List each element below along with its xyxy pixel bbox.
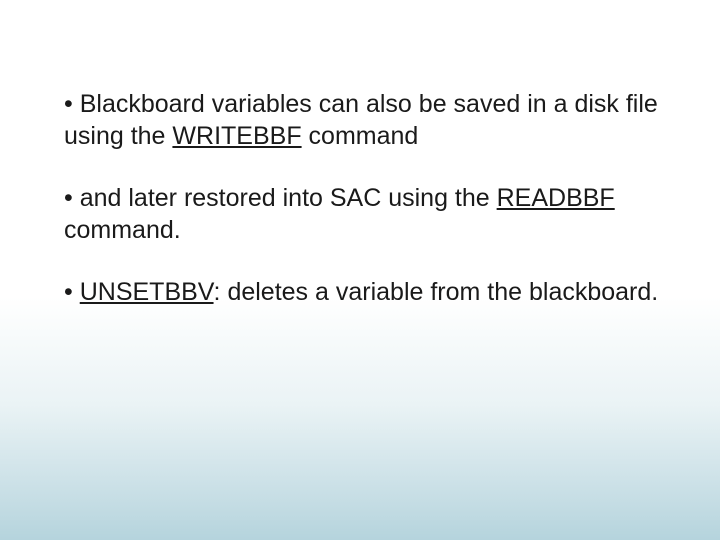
bullet-text: : deletes a variable from the blackboard… [214, 278, 659, 306]
slide: • Blackboard variables can also be saved… [0, 0, 720, 540]
command-writebbf: WRITEBBF [172, 122, 301, 150]
command-unsetbbv: UNSETBBV [80, 278, 214, 306]
bullet-text: command. [64, 216, 181, 244]
bullet-1: • Blackboard variables can also be saved… [60, 88, 660, 152]
bullet-marker: • [64, 184, 73, 212]
bullet-2: • and later restored into SAC using the … [60, 182, 660, 246]
bullet-text [73, 278, 80, 306]
bullet-text: and later restored into SAC using the [73, 184, 497, 212]
bullet-text: command [302, 122, 419, 150]
bullet-3: • UNSETBBV: deletes a variable from the … [60, 276, 660, 308]
bullet-marker: • [64, 90, 73, 118]
command-readbbf: READBBF [497, 184, 615, 212]
bullet-marker: • [64, 278, 73, 306]
